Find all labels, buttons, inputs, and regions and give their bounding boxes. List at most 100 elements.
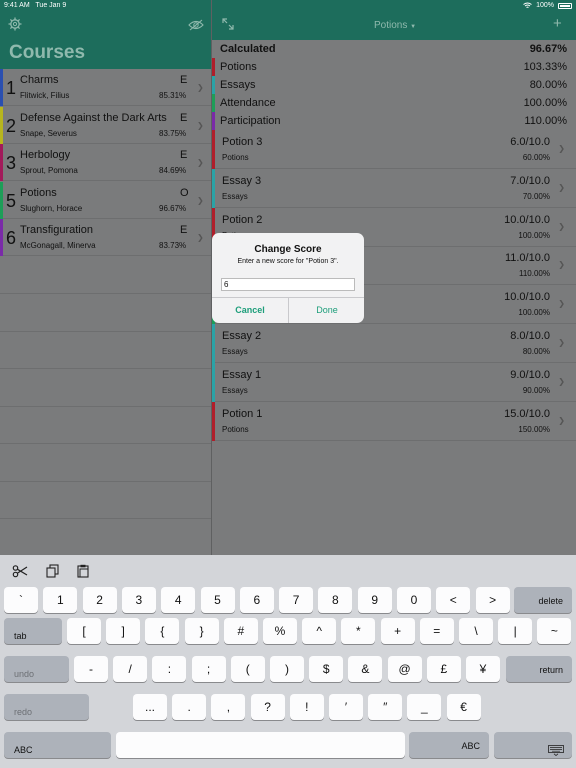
dismiss-keyboard-key[interactable] xyxy=(494,732,572,758)
key-row1-5[interactable]: 5 xyxy=(200,587,235,613)
category-color-stripe xyxy=(212,58,215,76)
key-row3-6[interactable]: $ xyxy=(309,656,344,682)
abc-left-key[interactable]: ABC xyxy=(4,732,111,758)
gear-icon[interactable] xyxy=(8,17,22,31)
paste-icon[interactable] xyxy=(75,564,91,578)
summary-label: Participation xyxy=(220,115,281,127)
tab-key[interactable]: tab xyxy=(4,618,62,644)
key-row4-4[interactable]: ! xyxy=(289,694,324,720)
assignment-name: Essay 1 xyxy=(222,368,262,381)
key-row4-8[interactable]: € xyxy=(446,694,481,720)
key-row2-8[interactable]: + xyxy=(380,618,415,644)
key-row2-10[interactable]: \ xyxy=(459,618,493,644)
key-row4-0[interactable]: ... xyxy=(133,694,167,720)
key-row2-11[interactable]: | xyxy=(498,618,533,644)
key-row1-8[interactable]: 8 xyxy=(318,587,353,613)
key-row3-2[interactable]: : xyxy=(152,656,187,682)
key-row4-7[interactable]: _ xyxy=(407,694,442,720)
key-row1-9[interactable]: 9 xyxy=(357,587,392,613)
undo-key[interactable]: undo xyxy=(4,656,69,682)
chevron-right-icon: ❯ xyxy=(558,376,565,386)
key-row3-4[interactable]: ( xyxy=(230,656,265,682)
assignment-name: Potion 2 xyxy=(222,213,263,226)
key-row3-9[interactable]: £ xyxy=(426,656,461,682)
summary-label: Calculated xyxy=(220,43,276,55)
key-row3-3[interactable]: ; xyxy=(191,656,226,682)
score-input[interactable] xyxy=(221,278,355,291)
caret-down-icon: ▼ xyxy=(410,24,417,30)
key-row1-3[interactable]: 3 xyxy=(121,587,156,613)
category-color-stripe xyxy=(212,130,215,169)
key-row1-6[interactable]: 6 xyxy=(239,587,274,613)
key-row4-5[interactable]: ′ xyxy=(329,694,363,720)
redo-key[interactable]: redo xyxy=(4,694,89,720)
key-row2-3[interactable]: } xyxy=(184,618,219,644)
assignment-name: Essay 2 xyxy=(222,330,262,342)
key-row4-2[interactable]: , xyxy=(211,694,246,720)
key-row4-3[interactable]: ? xyxy=(250,694,285,720)
delete-key[interactable]: delete xyxy=(514,587,572,613)
expand-icon[interactable] xyxy=(222,18,234,30)
summary-value: 80.00% xyxy=(529,79,567,91)
key-row3-5[interactable]: ) xyxy=(270,656,304,682)
course-row[interactable]: 1 Charms E Flitwick, Filius 85.31% ❯ xyxy=(0,69,211,106)
course-grade: E xyxy=(180,224,188,236)
key-row2-9[interactable]: = xyxy=(419,618,454,644)
category-color-stripe xyxy=(212,94,215,112)
score-row[interactable]: Essay 1 9.0/10.0 Essays 90.00% ❯ xyxy=(212,362,576,402)
done-button[interactable]: Done xyxy=(289,298,364,323)
key-row3-1[interactable]: / xyxy=(113,656,148,682)
key-row2-0[interactable]: [ xyxy=(67,618,101,644)
course-grade: E xyxy=(180,149,188,161)
cancel-button[interactable]: Cancel xyxy=(212,298,288,323)
course-row[interactable]: 5 Potions O Slughorn, Horace 96.67% ❯ xyxy=(0,181,211,219)
key-row2-7[interactable]: * xyxy=(341,618,376,644)
summary-row: Calculated 96.67% xyxy=(212,40,576,58)
key-row2-4[interactable]: # xyxy=(223,618,258,644)
category-color-stripe xyxy=(212,40,215,58)
key-row2-1[interactable]: ] xyxy=(106,618,141,644)
add-icon[interactable]: + xyxy=(553,15,562,32)
return-key[interactable]: return xyxy=(506,656,572,682)
key-row3-7[interactable]: & xyxy=(348,656,383,682)
copy-icon[interactable] xyxy=(45,564,61,578)
key-row4-6[interactable]: ″ xyxy=(368,694,403,720)
course-row[interactable]: 2 Defense Against the Dark Arts E Snape, Se… xyxy=(0,106,211,144)
category-color-stripe xyxy=(212,168,215,208)
assignment-name: Essay 3 xyxy=(222,174,262,187)
key-row1-0[interactable]: ` xyxy=(4,587,38,613)
key-row3-0[interactable]: - xyxy=(74,656,108,682)
abc-right-key[interactable]: ABC xyxy=(409,732,489,758)
space-key[interactable] xyxy=(116,732,405,758)
key-row2-5[interactable]: % xyxy=(263,618,297,644)
course-teacher: Flitwick, Filius xyxy=(20,91,70,100)
key-row1-7[interactable]: 7 xyxy=(279,587,314,613)
course-row[interactable]: 6 Transfiguration E McGonagall, Minerva 83.7… xyxy=(0,219,211,256)
course-color-stripe xyxy=(0,69,3,106)
key-row2-6[interactable]: ^ xyxy=(302,618,337,644)
key-row2-12[interactable]: ~ xyxy=(537,618,572,644)
key-row3-10[interactable]: ¥ xyxy=(466,656,500,682)
key-row1-1[interactable]: 1 xyxy=(43,587,78,613)
score-row[interactable]: Essay 2 8.0/10.0 Essays 80.00% ❯ xyxy=(212,324,576,363)
eye-slash-icon[interactable] xyxy=(188,19,204,31)
course-period: 1 xyxy=(6,78,17,98)
key-row1-10[interactable]: 0 xyxy=(397,587,431,613)
score-row[interactable]: Potion 3 6.0/10.0 Potions 60.00% ❯ xyxy=(212,130,576,169)
dialog-message: Enter a new score for "Potion 3". xyxy=(237,258,339,265)
course-row[interactable]: 3 Herbology E Sprout, Pomona 84.69% ❯ xyxy=(0,144,211,181)
status-time: 9:41 AM xyxy=(4,2,30,9)
assignment-category: Essays xyxy=(222,191,248,201)
key-row4-1[interactable]: . xyxy=(172,694,207,720)
key-row1-12[interactable]: > xyxy=(475,587,510,613)
course-dropdown[interactable]: Potions ▼ xyxy=(374,20,416,31)
key-row3-8[interactable]: @ xyxy=(387,656,422,682)
score-row[interactable]: Essay 3 7.0/10.0 Essays 70.00% ❯ xyxy=(212,168,576,208)
key-row1-2[interactable]: 2 xyxy=(82,587,117,613)
key-row2-2[interactable]: { xyxy=(145,618,180,644)
cut-icon[interactable] xyxy=(12,564,28,578)
score-row[interactable]: Potion 1 15.0/10.0 Potions 150.00% ❯ xyxy=(212,401,576,441)
key-row1-4[interactable]: 4 xyxy=(161,587,196,613)
category-color-stripe xyxy=(212,324,215,363)
key-row1-11[interactable]: < xyxy=(436,587,471,613)
